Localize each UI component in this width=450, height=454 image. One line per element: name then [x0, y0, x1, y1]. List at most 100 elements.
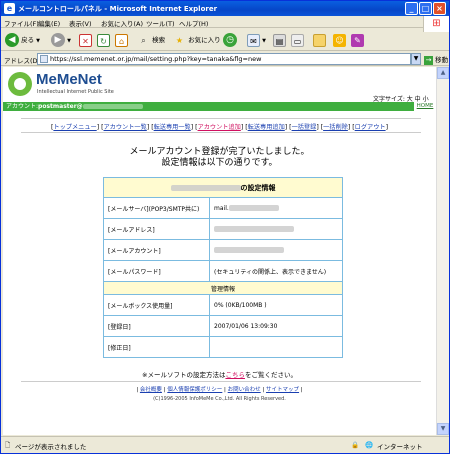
table-row: [メールアカウント] — [103, 239, 343, 261]
logo-name: MeMeNet — [36, 71, 102, 88]
note-suffix: をご覧ください。 — [244, 371, 297, 379]
setup-note: ※メールソフトの設定方法はこちらをご覧ください。 — [3, 369, 436, 379]
window-title: メールコントロールパネル - Microsoft Internet Explor… — [18, 5, 218, 13]
nav-menu: [トップメニュー] [アカウント一覧] [転送専用一覧] [アカウント追加] [… — [50, 124, 389, 131]
discuss-icon: ✎ — [351, 33, 364, 47]
redacted-address — [170, 184, 241, 191]
forward-arrow-icon: ▶ — [51, 33, 65, 47]
menu-file[interactable]: ファイル(F) — [4, 18, 39, 28]
forward-dropdown-icon: ▼ — [67, 38, 71, 44]
table-row: [メールサーバ](POP3/SMTP共に) mail. — [103, 197, 343, 219]
account-bar: アカウント:postmaster@ HOME — [3, 102, 436, 111]
print-button[interactable]: ▤ — [273, 32, 286, 48]
print-icon: ▤ — [273, 33, 286, 47]
menu-help[interactable]: ヘルプ(H) — [179, 18, 208, 28]
table-row: [修正日] — [103, 336, 343, 358]
close-button[interactable]: × — [433, 2, 446, 15]
menu-edit[interactable]: 編集(E) — [38, 18, 60, 28]
footer-links: | 会社概要 | 個人情報保護ポリシー | お問い合わせ | サイトマップ | — [136, 387, 303, 393]
address-input[interactable]: https://ssl.memenet.or.jp/mail/setting.p… — [37, 53, 411, 65]
nav-bottom-divider — [21, 132, 421, 133]
address-bar: アドレス(D) https://ssl.memenet.or.jp/mail/s… — [1, 52, 449, 66]
search-label: 検索 — [152, 36, 166, 44]
refresh-icon: ↻ — [97, 33, 110, 47]
row-key: [メールアカウント] — [103, 239, 210, 261]
footer-company[interactable]: 会社概要 — [140, 387, 162, 393]
home-link[interactable]: HOME — [414, 102, 436, 111]
table-row: [メールボックス使用量] 0% (0KB/100MB ) — [103, 294, 343, 316]
copyright: (C)1996-2005 InfoMeMe Co.,Ltd. All Right… — [153, 396, 286, 402]
favorites-button[interactable]: ★ お気に入り — [173, 32, 221, 48]
vertical-scrollbar[interactable]: ▲ ▼ — [436, 67, 449, 435]
back-arrow-icon: ◀ — [5, 33, 19, 47]
nav-top-divider — [21, 118, 421, 119]
refresh-button[interactable]: ↻ — [97, 32, 110, 48]
favorites-star-icon: ★ — [175, 35, 184, 45]
table-row: [メールパスワード] (セキュリティの関係上、表示できません) — [103, 260, 343, 282]
mail-button[interactable]: ✉ ▼ — [247, 32, 266, 48]
footer-sitemap[interactable]: サイトマップ — [266, 387, 299, 393]
history-button[interactable]: ◷ — [223, 32, 237, 48]
nav-bulk-delete[interactable]: 一括削除 — [323, 124, 348, 131]
back-button[interactable]: ◀ 戻る ▼ — [5, 32, 40, 48]
forward-button[interactable]: ▶ ▼ — [51, 32, 71, 48]
message-line-2: 設定情報は以下の通りです。 — [161, 158, 278, 168]
home-icon: ⌂ — [115, 33, 128, 47]
setup-guide-link[interactable]: こちら — [225, 371, 245, 379]
folder-button[interactable] — [313, 32, 326, 48]
footer-contact[interactable]: お問い合わせ — [228, 387, 261, 393]
search-button[interactable]: ⌕ 検索 — [137, 32, 165, 48]
edit-icon: ▭ — [291, 33, 304, 47]
maximize-button[interactable]: □ — [419, 2, 432, 15]
row-value: (セキュリティの関係上、表示できません) — [209, 260, 343, 282]
messenger-button[interactable]: ☺ — [333, 32, 346, 48]
discuss-button[interactable]: ✎ — [351, 32, 364, 48]
nav-top-menu[interactable]: トップメニュー — [53, 124, 96, 131]
menu-tools[interactable]: ツール(T) — [146, 18, 175, 28]
mail-icon: ✉ — [247, 33, 260, 47]
management-section-header: 管理情報 — [103, 281, 343, 295]
table-row: [メールアドレス] — [103, 218, 343, 240]
search-icon: ⌕ — [141, 35, 146, 45]
row-key: [修正日] — [103, 336, 210, 358]
footer-divider — [21, 381, 421, 382]
row-key: [メールサーバ](POP3/SMTP共に) — [103, 197, 210, 219]
address-label: アドレス(D) — [4, 57, 41, 65]
account-user: postmaster@ — [38, 103, 83, 110]
settings-title-suffix: の設定情報 — [240, 183, 276, 192]
home-button[interactable]: ⌂ — [115, 32, 128, 48]
menu-favorites[interactable]: お気に入り(A) — [101, 18, 143, 28]
nav-forward-add[interactable]: 転送専用追加 — [248, 124, 285, 131]
zone-text: インターネット — [377, 443, 423, 451]
completion-message: メールアカウント登録が完了いたしました。 設定情報は以下の通りです。 — [3, 147, 436, 169]
menu-view[interactable]: 表示(V) — [69, 18, 92, 28]
footer-privacy[interactable]: 個人情報保護ポリシー — [167, 387, 222, 393]
page-content: MeMeNet Intellectual Internet Public Sit… — [3, 67, 436, 435]
nav-account-list[interactable]: アカウント一覧 — [104, 124, 147, 131]
address-dropdown-icon[interactable]: ▼ — [411, 53, 421, 65]
lock-icon: 🔒 — [351, 441, 360, 449]
back-label: 戻る — [21, 36, 35, 44]
browser-window: e メールコントロールパネル - Microsoft Internet Expl… — [0, 0, 450, 454]
row-key: [メールボックス使用量] — [103, 294, 210, 316]
settings-table: の設定情報 [メールサーバ](POP3/SMTP共に) mail. [メールアド… — [103, 177, 343, 358]
nav-bulk-register[interactable]: 一括登録 — [292, 124, 317, 131]
go-arrow-icon: → — [424, 55, 433, 65]
row-key: [登録日] — [103, 315, 210, 337]
minimize-button[interactable]: _ — [405, 2, 418, 15]
scroll-down-icon[interactable]: ▼ — [437, 423, 449, 435]
row-value: 2007/01/06 13:09:30 — [209, 315, 343, 337]
toolbar: ◀ 戻る ▼ ▶ ▼ ✕ ↻ ⌂ ⌕ 検索 ★ お気に入り ◷ ✉ ▼ ▤ ▭ … — [1, 29, 449, 51]
nav-account-add[interactable]: アカウント追加 — [198, 124, 241, 131]
row-value: mail. — [209, 197, 343, 219]
nav-logout[interactable]: ログアウト — [355, 124, 386, 131]
go-button[interactable]: → 移動 — [424, 54, 448, 65]
nav-forward-list[interactable]: 転送専用一覧 — [154, 124, 191, 131]
scroll-up-icon[interactable]: ▲ — [437, 67, 449, 79]
back-dropdown-icon: ▼ — [36, 38, 41, 44]
address-url: https://ssl.memenet.or.jp/mail/setting.p… — [50, 55, 262, 63]
edit-button[interactable]: ▭ — [291, 32, 304, 48]
status-text: ページが表示されました — [15, 443, 87, 451]
stop-button[interactable]: ✕ — [79, 32, 92, 48]
row-value — [209, 336, 343, 358]
